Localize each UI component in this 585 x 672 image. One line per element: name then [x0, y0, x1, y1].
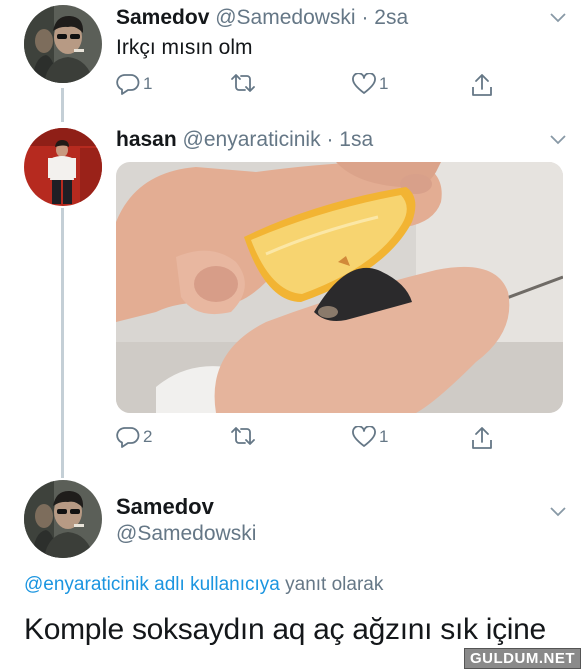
avatar[interactable]: [24, 5, 102, 83]
tweet-actions: 1 1: [116, 73, 556, 99]
chevron-down-icon[interactable]: [550, 504, 566, 517]
reply-count: 1: [143, 74, 153, 93]
share-icon: [472, 427, 492, 449]
tweet-actions: 2 1: [116, 426, 556, 452]
share-button[interactable]: [471, 426, 493, 450]
like-button[interactable]: 1: [352, 73, 388, 95]
replying-to-link[interactable]: @enyaraticinik adlı kullanıcıya: [24, 574, 280, 595]
timestamp[interactable]: 1sa: [339, 128, 373, 151]
like-count: 1: [379, 74, 389, 93]
retweet-button[interactable]: [230, 73, 259, 93]
like-count: 1: [379, 427, 389, 446]
display-name[interactable]: hasan: [116, 128, 177, 151]
retweet-icon: [231, 427, 255, 445]
replying-to: @enyaraticinik adlı kullanıcıya yanıt ol…: [24, 574, 383, 596]
thread-line-1: [61, 88, 64, 122]
display-name[interactable]: Samedov: [116, 6, 209, 29]
chevron-down-icon[interactable]: [550, 132, 566, 145]
like-button[interactable]: 1: [352, 426, 388, 448]
retweet-icon: [231, 74, 255, 92]
reply-icon: [116, 427, 140, 448]
heart-icon: [352, 426, 376, 447]
watermark-logo: GULDUM.NET: [464, 648, 581, 669]
reply-button[interactable]: 2: [116, 426, 152, 448]
tweet-text: Komple soksaydın aq aç ağzını sık içine: [24, 613, 546, 646]
username[interactable]: @Samedowski: [116, 522, 256, 546]
retweet-button[interactable]: [230, 426, 259, 446]
replying-to-suffix: yanıt olarak: [285, 574, 384, 595]
avatar[interactable]: [24, 128, 102, 206]
tweet-photo[interactable]: [116, 162, 563, 413]
share-button[interactable]: [471, 73, 493, 97]
timestamp[interactable]: 2sa: [374, 6, 408, 29]
reply-button[interactable]: 1: [116, 73, 152, 95]
tweet-text: Irkçı mısın olm: [116, 36, 253, 59]
tweet-header: Samedov @Samedowski · 2sa: [116, 6, 408, 30]
display-name[interactable]: Samedov: [116, 494, 214, 520]
username[interactable]: @enyaraticinik: [183, 128, 321, 151]
share-icon: [472, 74, 492, 96]
heart-icon: [352, 73, 376, 94]
reply-icon: [116, 74, 140, 95]
separator: ·: [361, 6, 369, 29]
username[interactable]: @Samedowski: [215, 6, 355, 29]
chevron-down-icon[interactable]: [550, 10, 566, 23]
reply-count: 2: [143, 427, 153, 446]
avatar[interactable]: [24, 480, 102, 558]
tweet-header: hasan @enyaraticinik · 1sa: [116, 128, 373, 152]
thread-line-2: [61, 208, 64, 478]
separator: ·: [326, 128, 334, 151]
